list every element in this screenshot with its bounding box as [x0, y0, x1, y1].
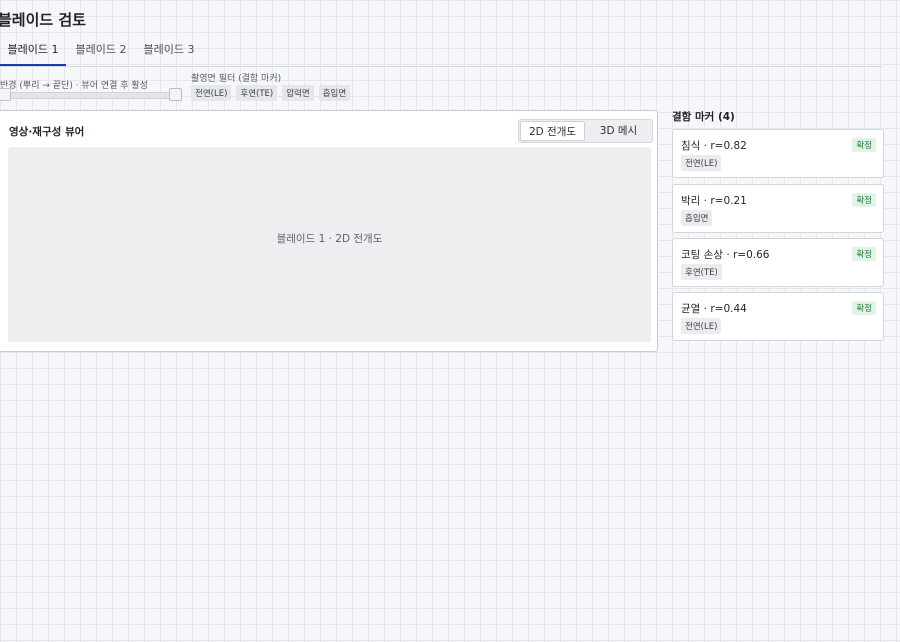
viewer-canvas[interactable]: 블레이드 1 · 2D 전개도: [8, 147, 651, 342]
radius-slider-max-handle[interactable]: [169, 88, 182, 101]
marker-face-tag: 후연(TE): [681, 264, 722, 280]
tab-blade-1[interactable]: 블레이드 1: [0, 40, 66, 66]
marker-face-tag: 전연(LE): [681, 318, 722, 334]
reconstruction-viewer: 영상·재구성 뷰어 2D 전개도 3D 메시 블레이드 1 · 2D 전개도: [0, 110, 658, 352]
face-filter-chips: 전연(LE) 후연(TE) 압력면 흡입면: [191, 85, 351, 101]
defect-marker-card[interactable]: 코팅 손상 · r=0.66 확정 후연(TE): [672, 238, 884, 287]
marker-face-tag: 흡입면: [681, 210, 713, 226]
marker-name: 침식 · r=0.82: [681, 140, 747, 152]
filter-chip-suction-side[interactable]: 흡입면: [318, 85, 351, 101]
viewer-canvas-label: 블레이드 1 · 2D 전개도: [276, 233, 383, 245]
status-badge: 확정: [852, 301, 876, 315]
viewer-title: 영상·재구성 뷰어: [9, 126, 85, 138]
tab-blade-3[interactable]: 블레이드 3: [136, 40, 202, 64]
view-mode-3d-button[interactable]: 3D 메시: [586, 121, 651, 141]
defect-markers-heading: 결함 마커 (4): [672, 111, 735, 123]
radius-slider-label: 반경 (뿌리 → 끝단) · 뷰어 연결 후 활성: [0, 81, 148, 91]
face-filter-label: 촬영면 필터 (결함 마커): [191, 74, 282, 84]
status-badge: 확정: [852, 193, 876, 207]
marker-name: 균열 · r=0.44: [681, 303, 747, 315]
marker-face-tag: 전연(LE): [681, 155, 722, 171]
tab-blade-2[interactable]: 블레이드 2: [68, 40, 134, 64]
view-mode-2d-button[interactable]: 2D 전개도: [520, 121, 585, 141]
marker-name: 코팅 손상 · r=0.66: [681, 249, 770, 261]
status-badge: 확정: [852, 247, 876, 261]
view-mode-toggle: 2D 전개도 3D 메시: [518, 119, 653, 143]
radius-slider-track[interactable]: [0, 92, 180, 99]
radius-slider-min-handle[interactable]: [0, 88, 11, 101]
defect-marker-card[interactable]: 침식 · r=0.82 확정 전연(LE): [672, 129, 884, 178]
blade-tabs: 블레이드 1 블레이드 2 블레이드 3: [0, 40, 882, 67]
filter-chip-pressure-side[interactable]: 압력면: [282, 85, 314, 101]
status-badge: 확정: [852, 138, 876, 152]
defect-marker-card[interactable]: 박리 · r=0.21 확정 흡입면: [672, 184, 884, 233]
filter-chip-leading-edge[interactable]: 전연(LE): [191, 85, 232, 101]
filter-chip-trailing-edge[interactable]: 후연(TE): [236, 85, 278, 101]
defect-marker-card[interactable]: 균열 · r=0.44 확정 전연(LE): [672, 292, 884, 341]
page-title: 블레이드 검토: [0, 11, 87, 29]
marker-name: 박리 · r=0.21: [681, 195, 747, 207]
